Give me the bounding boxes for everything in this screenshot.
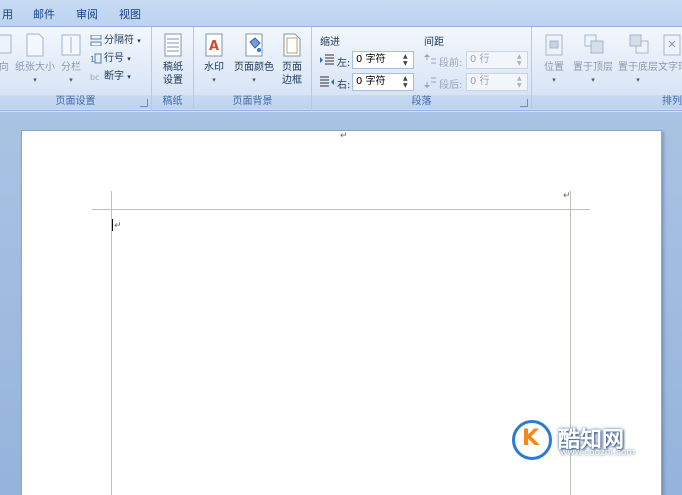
indent-title: 缩进 — [320, 37, 340, 48]
indent-left-label: 左: — [337, 58, 351, 69]
spacing-title: 间距 — [424, 37, 444, 48]
chevron-down-icon: ▾ — [636, 76, 640, 84]
ribbon: 向 纸张大小 ▾ 分栏 ▾ 分隔符 ▾ 1 行号 ▾ bc 断字 ▾ 页面设置 … — [0, 27, 682, 111]
indent-left-icon — [320, 54, 334, 66]
line-numbers-button[interactable]: 1 行号 ▾ — [90, 49, 131, 64]
manuscript-icon — [163, 33, 183, 57]
breaks-icon — [90, 34, 102, 46]
tab-view[interactable]: 视图 — [119, 6, 141, 22]
bring-to-front-icon — [583, 33, 604, 57]
group-label-page-background: 页面背景 — [194, 95, 311, 109]
tab-review[interactable]: 审阅 — [76, 6, 98, 22]
spacing-before-label: 段前: — [439, 58, 463, 69]
orientation-button[interactable]: 向 — [0, 33, 12, 74]
line-numbers-icon: 1 — [90, 53, 102, 64]
chevron-down-icon: ▾ — [591, 76, 595, 84]
columns-icon — [61, 33, 81, 57]
group-label-arrange: 排列 — [532, 95, 682, 109]
watermark-icon: A — [204, 33, 224, 57]
hyphenation-button[interactable]: bc 断字 ▾ — [90, 67, 131, 82]
group-manuscript: 稿纸 设置 稿纸 — [152, 27, 194, 111]
group-label-page-setup: 页面设置 — [0, 95, 151, 109]
hyphenation-icon: bc — [90, 71, 102, 82]
spacing-after-input[interactable]: 0 行 ▲ ▼ — [466, 73, 528, 91]
group-page-background: A 水印 ▾ 页面颜色 ▾ 页面 边框 页面背景 — [194, 27, 312, 111]
watermark-button[interactable]: A 水印 ▾ — [200, 33, 228, 87]
send-to-back-button[interactable]: 置于底层 ▾ — [616, 33, 660, 87]
indent-right-label: 右: — [337, 80, 351, 91]
bring-to-front-button[interactable]: 置于顶层 ▾ — [570, 33, 616, 87]
chevron-down-icon: ▾ — [212, 76, 216, 84]
columns-button[interactable]: 分栏 ▾ — [58, 33, 84, 87]
coozhi-logo-icon: K — [512, 420, 552, 460]
page-color-button[interactable]: 页面颜色 ▾ — [232, 33, 276, 87]
spacing-before-input[interactable]: 0 行 ▲ ▼ — [466, 51, 528, 69]
send-to-back-icon — [628, 33, 649, 57]
text-wrap-icon — [662, 33, 682, 57]
body-paragraph-mark: ↵ — [114, 221, 122, 231]
page-borders-icon — [282, 33, 302, 57]
left-margin-guide — [111, 191, 112, 495]
indent-left-input[interactable]: 0 字符 ▲ ▼ — [352, 51, 414, 69]
tab-references[interactable]: 用 — [2, 6, 13, 22]
group-label-manuscript: 稿纸 — [152, 95, 193, 109]
paint-bucket-icon — [244, 33, 264, 57]
spacing-before-icon — [424, 54, 436, 66]
indent-right-input[interactable]: 0 字符 ▲ ▼ — [352, 73, 414, 91]
tab-mailings[interactable]: 邮件 — [33, 6, 55, 22]
group-paragraph: 缩进 左: 0 字符 ▲ ▼ 右: 0 字符 ▲ ▼ 间距 段前: 0 行 ▲ ▼ 段… — [312, 27, 532, 111]
top-margin-guide — [92, 209, 590, 210]
spacing-after-icon — [424, 76, 436, 88]
spacing-after-label: 段后: — [439, 80, 463, 91]
paper-size-icon — [25, 33, 45, 57]
ribbon-tab-bar: 用 邮件 审阅 视图 — [0, 0, 682, 27]
page-setup-dialog-launcher[interactable] — [140, 99, 148, 107]
watermark-url: www.coozhi.com — [560, 448, 636, 458]
svg-text:bc: bc — [90, 73, 99, 82]
text-wrap-button[interactable]: 文字环 — [658, 33, 682, 74]
svg-text:A: A — [209, 39, 219, 54]
svg-text:1: 1 — [90, 55, 95, 64]
group-page-setup: 向 纸张大小 ▾ 分栏 ▾ 分隔符 ▾ 1 行号 ▾ bc 断字 ▾ 页面设置 — [0, 27, 152, 111]
indent-right-icon — [320, 76, 334, 88]
manuscript-settings-button[interactable]: 稿纸 设置 — [156, 33, 190, 87]
spinner-arrows-icon[interactable]: ▲ ▼ — [403, 75, 411, 89]
header-end-paragraph-mark: ↵ — [563, 191, 571, 201]
spinner-arrows-icon[interactable]: ▲ ▼ — [403, 53, 411, 67]
paper-size-button[interactable]: 纸张大小 ▾ — [14, 33, 56, 87]
chevron-down-icon: ▾ — [69, 76, 73, 84]
header-paragraph-mark: ↵ — [340, 131, 348, 141]
site-watermark: K 酷知网 www.coozhi.com — [512, 410, 670, 466]
breaks-button[interactable]: 分隔符 ▾ — [90, 31, 141, 46]
chevron-down-icon: ▾ — [552, 76, 556, 84]
chevron-down-icon: ▾ — [252, 76, 256, 84]
spinner-arrows-icon[interactable]: ▲ ▼ — [517, 53, 525, 67]
spinner-arrows-icon[interactable]: ▲ ▼ — [517, 75, 525, 89]
group-arrange: 位置 ▾ 置于顶层 ▾ 置于底层 ▾ 文字环 排列 — [532, 27, 682, 111]
text-cursor — [112, 219, 113, 231]
position-button[interactable]: 位置 ▾ — [540, 33, 568, 87]
page-borders-button[interactable]: 页面 边框 — [278, 33, 306, 87]
group-label-paragraph: 段落 — [312, 95, 531, 109]
chevron-down-icon: ▾ — [33, 76, 37, 84]
position-icon — [544, 33, 564, 57]
paragraph-dialog-launcher[interactable] — [520, 99, 528, 107]
